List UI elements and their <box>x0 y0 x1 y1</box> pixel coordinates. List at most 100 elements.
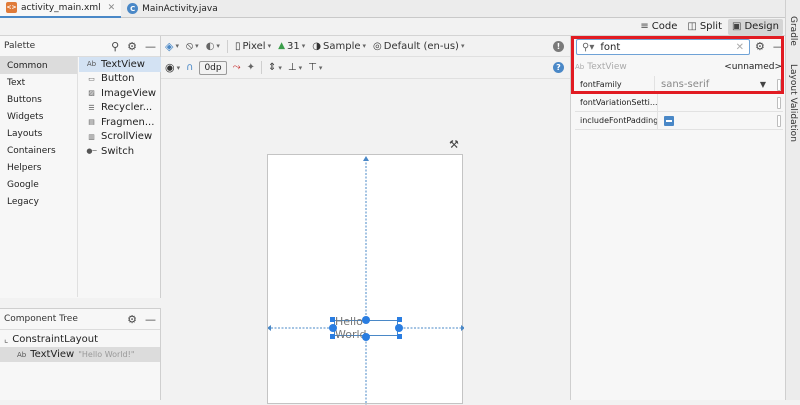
split-view-icon: ◫ <box>687 21 697 32</box>
palette-item-fragment[interactable]: ▤ Fragmen... <box>79 115 161 130</box>
select-design-surface-button[interactable]: ◈ ▾ <box>165 40 179 53</box>
guideline-icon: ⊤ <box>308 62 317 73</box>
view-options-button[interactable]: ◉ ▾ <box>165 61 180 74</box>
palette-item-label: ImageView <box>101 87 157 99</box>
search-icon: ⚲▾ <box>582 41 595 53</box>
close-icon[interactable]: ✕ <box>108 3 116 13</box>
minimize-icon[interactable]: — <box>145 40 156 53</box>
attribute-reference-button[interactable] <box>777 114 781 127</box>
palette-item-label: Fragmen... <box>101 116 155 128</box>
night-mode-button[interactable]: ◐ ▾ <box>206 41 220 52</box>
design-view-button[interactable]: ▣ Design <box>728 18 783 35</box>
fontfamily-value-field[interactable]: sans-serif ▼ <box>654 76 783 93</box>
textview-icon: Ab <box>17 350 27 359</box>
tree-node-textview[interactable]: Ab TextView "Hello World!" <box>0 347 160 362</box>
palette-item-switch[interactable]: ●─ Switch <box>79 144 161 159</box>
palette-category-common[interactable]: Common <box>0 57 77 74</box>
gear-icon[interactable]: ⚙ <box>127 40 137 53</box>
gradle-tool-button[interactable]: Gradle <box>788 16 798 46</box>
fontfamily-value[interactable]: sans-serif <box>661 79 749 90</box>
default-margins-selector[interactable]: 0dp <box>199 60 227 75</box>
design-canvas[interactable]: ⚒ Hello World <box>161 79 570 405</box>
selection-handles <box>329 316 403 341</box>
dropdown-arrow-icon[interactable]: ▼ <box>753 80 773 89</box>
theme-selector[interactable]: ◑ Sample ▾ <box>312 41 366 52</box>
palette-item-label: Recycler... <box>101 102 153 114</box>
palette-category-text[interactable]: Text <box>0 74 77 91</box>
tab-mainactivity-java[interactable]: C MainActivity.java <box>121 0 224 18</box>
device-selector[interactable]: ▯ Pixel ▾ <box>235 41 271 52</box>
layout-validation-tool-button[interactable]: Layout Validation <box>788 64 798 142</box>
palette-category-widgets[interactable]: Widgets <box>0 108 77 125</box>
clear-search-icon[interactable]: ✕ <box>736 42 744 53</box>
attributes-panel: ⚲▾ ✕ ⚙ — Ab TextView <unnamed> fontFamil… <box>570 36 785 400</box>
pack-button[interactable]: ⇕ ▾ <box>268 62 282 73</box>
code-view-icon: ≡ <box>640 21 649 32</box>
palette-category-layouts[interactable]: Layouts <box>0 125 77 142</box>
attributes-search-input[interactable] <box>600 41 730 53</box>
clear-constraints-icon: ⤳ <box>232 62 241 73</box>
palette-item-label: Button <box>101 73 135 85</box>
palette-title: Palette <box>4 41 36 51</box>
device-label: Pixel <box>242 40 266 52</box>
code-view-button[interactable]: ≡ Code <box>636 19 681 35</box>
magnet-off-icon: ∩ <box>186 62 194 73</box>
constraint-layout-icon: ⌞ <box>4 334 9 345</box>
tree-node-constraintlayout[interactable]: ⌞ ConstraintLayout <box>0 332 160 347</box>
palette-category-google[interactable]: Google <box>0 176 77 193</box>
textview-icon: Ab <box>575 63 585 71</box>
palette-category-helpers[interactable]: Helpers <box>0 159 77 176</box>
wrench-icon[interactable]: ⚒ <box>449 138 459 151</box>
gear-icon[interactable]: ⚙ <box>755 40 765 53</box>
palette-category-buttons[interactable]: Buttons <box>0 91 77 108</box>
file-tab-bar: <> activity_main.xml ✕ C MainActivity.ja… <box>0 0 800 18</box>
attribute-reference-button[interactable] <box>777 96 781 109</box>
split-view-button[interactable]: ◫ Split <box>683 19 726 35</box>
phone-preview[interactable]: Hello World <box>267 154 464 405</box>
fontvariationsettings-value-field[interactable] <box>657 94 783 111</box>
attributes-search-box[interactable]: ⚲▾ ✕ <box>576 39 750 55</box>
scroll-icon: ▥ <box>88 132 95 141</box>
tab-label: MainActivity.java <box>142 3 218 14</box>
attribute-row-fontvariationsettings: fontVariationSetti... <box>575 94 783 112</box>
infer-constraints-button[interactable]: ✦ <box>247 62 255 73</box>
minimize-icon[interactable]: — <box>773 40 784 53</box>
indeterminate-checkbox[interactable] <box>664 115 674 126</box>
palette-category-legacy[interactable]: Legacy <box>0 193 77 210</box>
palette-item-recyclerview[interactable]: ☰ Recycler... <box>79 101 161 116</box>
xml-file-icon: <> <box>6 2 17 13</box>
magic-wand-icon: ✦ <box>246 62 255 73</box>
clear-constraints-button[interactable]: ⤳ <box>233 62 241 73</box>
locale-selector[interactable]: ◎ Default (en-us) ▾ <box>373 41 464 52</box>
attribute-reference-button[interactable] <box>777 78 781 91</box>
selected-component-header: Ab TextView <unnamed> <box>571 59 786 75</box>
gear-icon[interactable]: ⚙ <box>127 313 137 326</box>
search-icon[interactable]: ⚲ <box>111 40 119 53</box>
align-icon: ⊥ <box>287 62 297 73</box>
palette-category-containers[interactable]: Containers <box>0 142 77 159</box>
pack-icon: ⇕ <box>268 62 277 73</box>
palette-item-imageview[interactable]: ▨ ImageView <box>79 86 161 101</box>
warning-icon[interactable]: ! <box>553 40 564 52</box>
toolbar-divider <box>226 39 228 53</box>
attribute-name: fontFamily <box>580 80 622 89</box>
phone-icon: ▯ <box>234 40 241 52</box>
tab-activity-main-xml[interactable]: <> activity_main.xml ✕ <box>0 0 122 18</box>
orientation-button[interactable]: ⦸ ▾ <box>186 39 199 53</box>
palette-item-scrollview[interactable]: ▥ ScrollView <box>79 130 161 145</box>
includefontpadding-value-field[interactable] <box>657 112 783 129</box>
theme-label: Sample <box>323 40 361 52</box>
autoconnect-button[interactable]: ∩ <box>186 62 193 73</box>
help-icon[interactable]: ? <box>553 62 564 73</box>
palette-item-textview[interactable]: Ab TextView <box>79 57 161 72</box>
palette-item-label: Switch <box>101 145 135 157</box>
design-view-label: Design <box>744 21 779 32</box>
component-tree-panel: Component Tree ⚙ — ⌞ ConstraintLayout Ab… <box>0 308 161 400</box>
component-type-label: TextView <box>587 62 627 72</box>
palette-item-button[interactable]: ▭ Button <box>79 72 161 87</box>
api-level-selector[interactable]: ▲ 31 ▾ <box>278 41 305 52</box>
attribute-row-includefontpadding: includeFontPadding <box>575 112 783 130</box>
align-button[interactable]: ⊥ ▾ <box>288 62 302 73</box>
guidelines-button[interactable]: ⊤ ▾ <box>308 62 322 73</box>
minimize-icon[interactable]: — <box>145 313 156 326</box>
